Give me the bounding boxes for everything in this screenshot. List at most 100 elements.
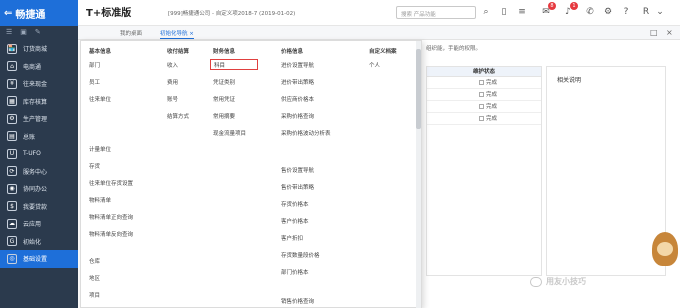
document-icon[interactable]: ▯ (498, 5, 510, 19)
menu-item[interactable]: 部门价格本 (281, 268, 309, 276)
menu-item[interactable]: 售价带出策略 (281, 183, 314, 191)
menu-item[interactable]: 账号 (167, 95, 178, 103)
filter-icon[interactable]: ≡ (516, 5, 528, 19)
app-logo[interactable]: ⇐ 畅捷通 (0, 0, 78, 26)
status-row: 完成 (427, 77, 541, 89)
phone-icon[interactable]: ✆ (584, 5, 596, 19)
menu-item[interactable]: 个人 (369, 61, 380, 69)
sidebar-item-icon: 🏪 (7, 43, 17, 54)
sidebar: ☰ ▣ ✎ 🏪 订货商城 ⌂ 电商通 ¥ 往来现金 ▦ 库存核算 ⚙ 生产管理 ▤ 总账 U T-UFO ⟳… (0, 26, 78, 308)
sidebar-item-label: 总账 (23, 133, 36, 141)
scrollbar-thumb[interactable] (416, 49, 421, 129)
sidebar-item[interactable]: ◉ 协同办公 (0, 180, 78, 198)
tab-bar: 我的桌面 初始化导航 × □ × (78, 26, 680, 40)
menu-item-highlighted[interactable]: 科目 (210, 59, 258, 70)
user-avatar[interactable]: R (640, 5, 652, 19)
sidebar-item-icon: G (7, 236, 17, 247)
menu-item[interactable]: 供应商价格本 (281, 95, 314, 103)
edit-icon[interactable]: ✎ (35, 28, 41, 38)
status-checkbox[interactable] (479, 80, 484, 85)
account-info[interactable]: [999]畅捷通公司 - 自定义项2018-7 (2019-01-02) (168, 9, 295, 17)
menu-item[interactable]: 销售价格查询 (281, 297, 314, 305)
menu-item[interactable]: 结算方式 (167, 112, 189, 120)
menu-item[interactable]: 往来单位存货设置 (89, 179, 133, 187)
status-checkbox[interactable] (479, 92, 484, 97)
menu-item[interactable]: 进价设置导航 (281, 61, 314, 69)
sidebar-item[interactable]: U T-UFO (0, 145, 78, 163)
menu-item[interactable]: 地区 (89, 274, 100, 282)
sidebar-item[interactable]: ▤ 总账 (0, 128, 78, 146)
sidebar-item-icon: ◉ (7, 183, 17, 194)
notice-text: 组织能，手能的权限。 (426, 46, 482, 52)
search-icon[interactable]: ⌕ (480, 5, 492, 19)
menu-item[interactable]: 常用摘要 (213, 112, 235, 120)
status-checkbox[interactable] (479, 116, 484, 121)
menu-item[interactable]: 存货数量段价格 (281, 251, 320, 259)
sidebar-item[interactable]: G 初始化 (0, 233, 78, 251)
menu-item[interactable]: 物料清单 (89, 196, 111, 204)
sidebar-item-label: 电商通 (23, 63, 42, 71)
menu-item[interactable]: 项目 (89, 291, 100, 299)
sidebar-list: 🏪 订货商城 ⌂ 电商通 ¥ 往来现金 ▦ 库存核算 ⚙ 生产管理 ▤ 总账 U T-UFO ⟳ 服务中心 ◉ 协… (0, 40, 78, 268)
menu-grid-icon[interactable]: ☰ (6, 28, 12, 38)
sidebar-item-label: 基础设置 (23, 256, 48, 264)
menu-item[interactable]: 费用 (167, 78, 178, 86)
sidebar-item-icon: ☁ (7, 218, 17, 229)
menu-item[interactable]: 物料清单正向查询 (89, 213, 133, 221)
back-arrow-icon[interactable]: ⇐ (4, 8, 12, 19)
sidebar-item[interactable]: ⚙ 生产管理 (0, 110, 78, 128)
sidebar-item-label: 云应用 (23, 221, 42, 229)
status-text: 完成 (486, 91, 498, 98)
sidebar-item[interactable]: ¥ 往来现金 (0, 75, 78, 93)
menu-item[interactable]: 物料清单反向查询 (89, 230, 133, 238)
status-row: 完成 (427, 101, 541, 113)
sidebar-tools: ☰ ▣ ✎ (0, 26, 78, 40)
menu-item[interactable]: 客户折扣 (281, 234, 303, 242)
menu-item[interactable]: 采购价格波动分析表 (281, 129, 331, 137)
menu-item[interactable]: 部门 (89, 61, 100, 69)
wechat-icon (530, 276, 542, 287)
menu-column-heading: 收付结算 (167, 49, 190, 55)
status-rows: 完成 完成 完成 完成 (427, 77, 541, 125)
menu-item[interactable]: 采购价格查询 (281, 112, 314, 120)
menu-item[interactable]: 售价设置导航 (281, 166, 314, 174)
menu-item[interactable]: 存货价格本 (281, 200, 309, 208)
menu-item[interactable]: 往来单位 (89, 95, 111, 103)
status-checkbox[interactable] (479, 104, 484, 109)
sidebar-item[interactable]: ⟳ 服务中心 (0, 163, 78, 181)
menu-item[interactable]: 常用凭证 (213, 95, 235, 103)
sidebar-item[interactable]: ◎ 基础设置 (0, 250, 78, 268)
sidebar-item[interactable]: ▦ 库存核算 (0, 93, 78, 111)
menu-item[interactable]: 收入 (167, 61, 178, 69)
settings-icon[interactable]: ⚙ (602, 5, 614, 19)
menu-item[interactable]: 凭证类别 (213, 78, 235, 86)
menu-item[interactable]: 客户价格本 (281, 217, 309, 225)
sidebar-item[interactable]: ☁ 云应用 (0, 215, 78, 233)
sidebar-item-label: 订货商城 (23, 46, 48, 54)
menu-item[interactable]: 存货 (89, 162, 100, 170)
sidebar-item-icon: ▤ (7, 131, 17, 142)
search-input[interactable]: 搜索 产品功能 (396, 6, 476, 19)
menu-item[interactable]: 进价带出策略 (281, 78, 314, 86)
menu-item[interactable]: 员工 (89, 78, 100, 86)
restore-icon[interactable]: □ (650, 28, 658, 37)
help-icon[interactable]: ? (620, 5, 632, 19)
menu-column-heading: 基本信息 (89, 49, 112, 55)
menu-scrollbar[interactable] (416, 41, 421, 308)
sidebar-item[interactable]: 🏪 订货商城 (0, 40, 78, 58)
menu-item[interactable]: 仓库 (89, 257, 100, 265)
sidebar-item[interactable]: ⌂ 电商通 (0, 58, 78, 76)
menu-column-heading: 自定义档案 (369, 49, 397, 55)
user-menu-icon[interactable]: ⌄ (654, 5, 666, 19)
menu-item[interactable]: 计量单位 (89, 145, 111, 153)
tab-init-navigation[interactable]: 初始化导航 × (160, 29, 194, 39)
close-icon[interactable]: × (666, 28, 673, 37)
related-panel: 相关说明 (546, 66, 666, 276)
top-bar: ⇐ 畅捷通 T+标准版 [999]畅捷通公司 - 自定义项2018-7 (201… (0, 0, 680, 26)
sidebar-item[interactable]: $ 我要贷款 (0, 198, 78, 216)
menu-item[interactable]: 现金流量项目 (213, 129, 246, 137)
sidebar-item-icon: ⌂ (7, 61, 17, 72)
menu-column-heading: 价格信息 (281, 49, 304, 55)
tab-my-desktop[interactable]: 我的桌面 (120, 29, 142, 37)
favorites-icon[interactable]: ▣ (20, 28, 27, 38)
